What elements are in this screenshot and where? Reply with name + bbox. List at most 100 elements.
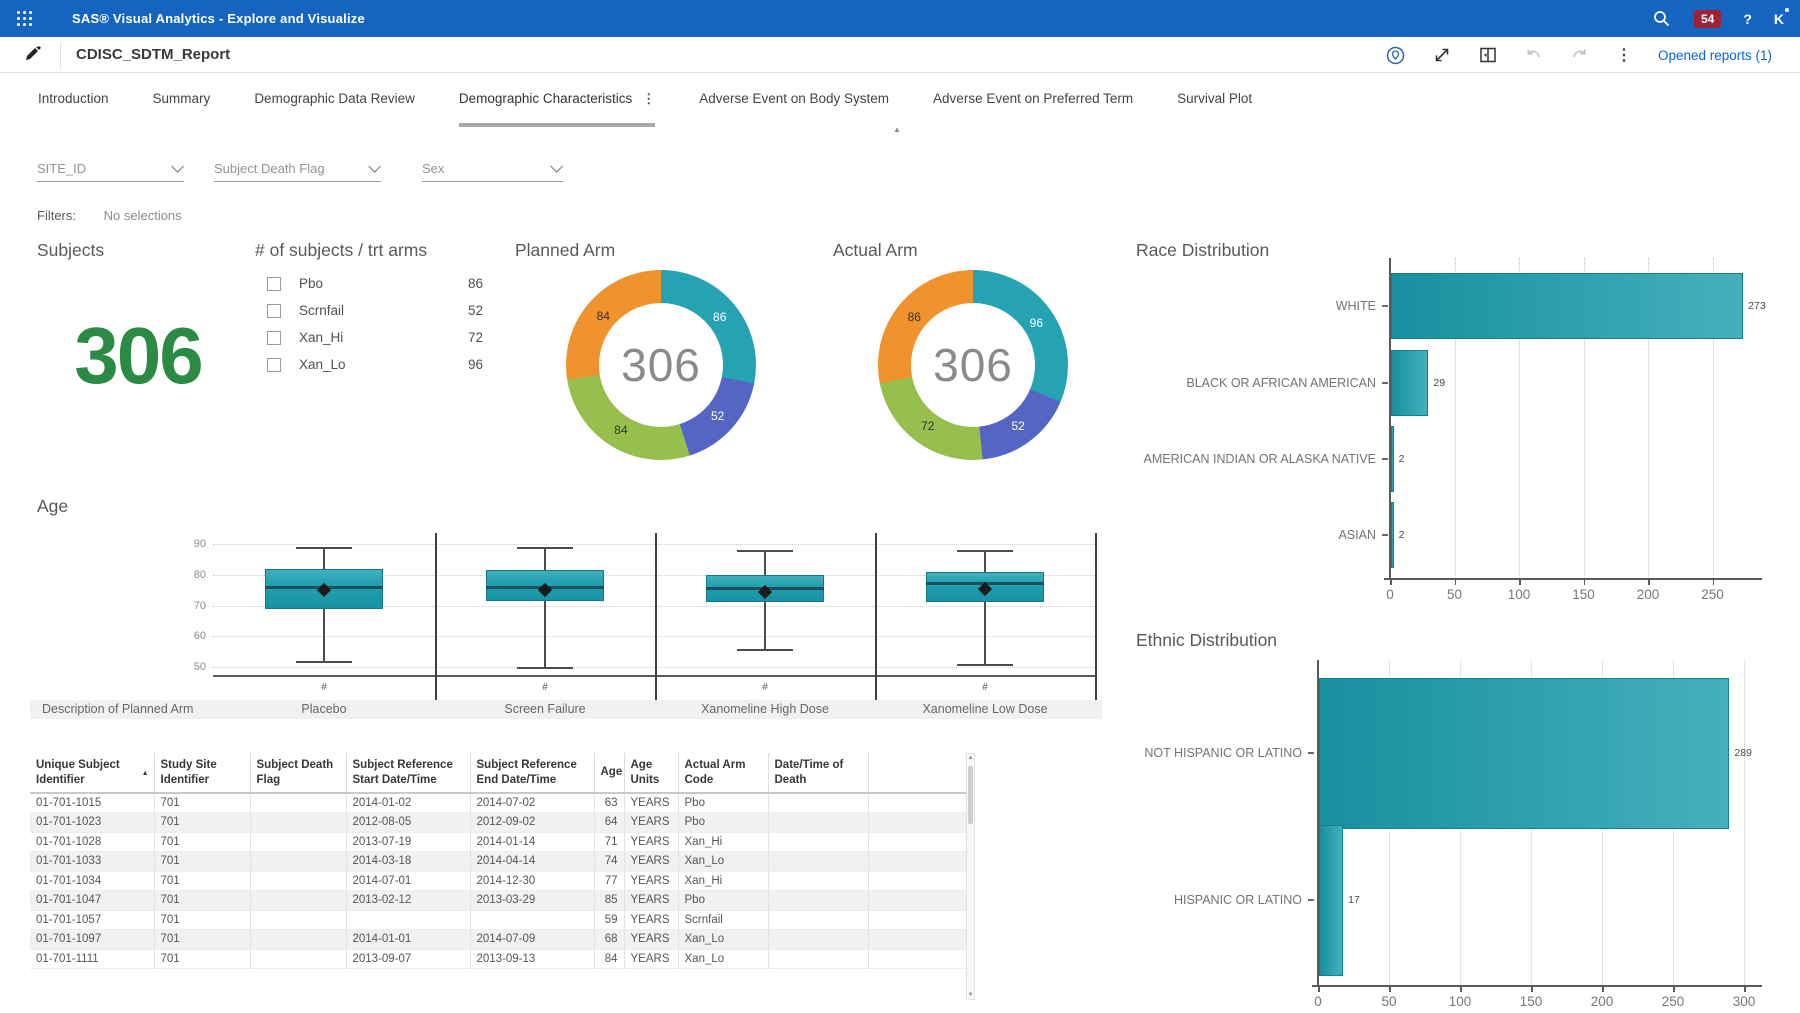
panel-toggle-icon[interactable] xyxy=(1478,45,1498,65)
table-cell: Pbo xyxy=(678,891,768,911)
table-row[interactable]: 01-701-10337012014-03-182014-04-1474YEAR… xyxy=(30,852,966,872)
edit-pencil-icon[interactable] xyxy=(22,44,44,66)
column-header-age[interactable]: Age xyxy=(594,753,624,793)
collapse-prompts-icon[interactable]: ▲ xyxy=(893,125,901,134)
column-header-label: Actual Arm Code xyxy=(685,759,746,786)
notification-badge[interactable]: 54 xyxy=(1694,10,1721,28)
tab-demographic-data-review[interactable]: Demographic Data Review xyxy=(254,74,415,127)
table-row[interactable]: 01-701-105770159YEARSScrnfail xyxy=(30,910,966,930)
table-row[interactable]: 01-701-10477012013-02-122013-03-2985YEAR… xyxy=(30,891,966,911)
bar-not-hispanic-or-latino[interactable] xyxy=(1319,678,1729,829)
scrollbar-thumb[interactable] xyxy=(968,766,973,824)
user-avatar[interactable]: K xyxy=(1774,11,1784,27)
toolbar-menu-icon[interactable]: ⋮ xyxy=(1616,45,1632,65)
trt-arm-row-xan_hi[interactable]: Xan_Hi72 xyxy=(255,324,483,351)
table-row[interactable]: 01-701-10977012014-01-012014-07-0968YEAR… xyxy=(30,930,966,950)
filter-dropdown-site-id[interactable]: SITE_ID xyxy=(37,155,184,182)
table-cell: 64 xyxy=(594,813,624,833)
category-label[interactable]: Xanomeline High Dose xyxy=(701,702,829,716)
gridline xyxy=(1744,660,1745,985)
bar-american-indian-or-alaska-native[interactable] xyxy=(1391,426,1394,492)
bar-black-or-african-american[interactable] xyxy=(1391,350,1428,416)
table-cell: 701 xyxy=(154,813,250,833)
table-row[interactable]: 01-701-10157012014-01-022014-07-0263YEAR… xyxy=(30,793,966,813)
tab-menu-icon[interactable]: ⋮ xyxy=(642,91,655,107)
column-header-label: Age xyxy=(601,766,623,778)
checkbox[interactable] xyxy=(267,304,281,318)
checkbox[interactable] xyxy=(267,358,281,372)
table-row[interactable]: 01-701-10287012013-07-192014-01-1471YEAR… xyxy=(30,832,966,852)
tab-introduction[interactable]: Introduction xyxy=(38,74,109,127)
redo-icon[interactable] xyxy=(1570,45,1590,65)
whisker-line xyxy=(544,547,546,570)
scroll-up-icon[interactable]: ▲ xyxy=(967,755,974,761)
panel-separator xyxy=(435,533,437,718)
table-row[interactable]: 01-701-10237012012-08-052012-09-0264YEAR… xyxy=(30,813,966,833)
table-row[interactable]: 01-701-10347012014-07-012014-12-3077YEAR… xyxy=(30,871,966,891)
column-header-actual-arm-code[interactable]: Actual Arm Code xyxy=(678,753,768,793)
filter-dropdown-sex[interactable]: Sex xyxy=(422,155,563,182)
tab-survival-plot[interactable]: Survival Plot xyxy=(1177,74,1252,127)
help-icon[interactable]: ? xyxy=(1743,11,1752,27)
whisker-cap-top xyxy=(737,550,793,552)
value-label: 2 xyxy=(1399,453,1405,465)
table-cell: 2012-09-02 xyxy=(470,813,594,833)
column-header-study-site-identifier[interactable]: Study Site Identifier xyxy=(154,753,250,793)
tab-summary[interactable]: Summary xyxy=(153,74,211,127)
ethnic-distribution-title: Ethnic Distribution xyxy=(1136,630,1277,651)
table-cell xyxy=(868,793,966,813)
filter-dropdown-death-flag[interactable]: Subject Death Flag xyxy=(214,155,381,182)
table-cell: 2013-02-12 xyxy=(346,891,470,911)
gridline xyxy=(213,667,1095,668)
tab-demographic-characteristics[interactable]: Demographic Characteristics⋮ xyxy=(459,74,655,127)
table-cell: 01-701-1033 xyxy=(30,852,154,872)
tab-adverse-event-on-preferred-term[interactable]: Adverse Event on Preferred Term xyxy=(933,74,1133,127)
category-label[interactable]: Placebo xyxy=(301,702,346,716)
trt-arm-row-pbo[interactable]: Pbo86 xyxy=(255,270,483,297)
checkbox[interactable] xyxy=(267,277,281,291)
table-cell xyxy=(250,832,346,852)
column-header-unique-subject-identifier[interactable]: Unique Subject Identifier▲ xyxy=(30,753,154,793)
scroll-down-icon[interactable]: ▼ xyxy=(967,992,974,998)
table-cell: 2013-03-29 xyxy=(470,891,594,911)
column-header-date-time-of-death[interactable]: Date/Time of Death xyxy=(768,753,868,793)
table-row[interactable]: 01-701-11117012013-09-072013-09-1384YEAR… xyxy=(30,949,966,969)
trt-arm-count: 52 xyxy=(468,303,483,318)
trt-arm-row-scrnfail[interactable]: Scrnfail52 xyxy=(255,297,483,324)
whisker-cap-top xyxy=(296,547,352,549)
bar-hispanic-or-latino[interactable] xyxy=(1319,825,1343,976)
bar-asian[interactable] xyxy=(1391,502,1394,568)
app-grid-icon[interactable] xyxy=(17,11,32,26)
table-cell: 01-701-1023 xyxy=(30,813,154,833)
x-tick-label: 250 xyxy=(1662,994,1685,1009)
planned-arm-donut[interactable]: 30686528484 xyxy=(566,270,756,460)
x-tick-label: 150 xyxy=(1520,994,1543,1009)
checkbox[interactable] xyxy=(267,331,281,345)
column-header-age-units[interactable]: Age Units xyxy=(624,753,678,793)
undo-icon[interactable] xyxy=(1524,45,1544,65)
tab-adverse-event-on-body-system[interactable]: Adverse Event on Body System xyxy=(699,74,889,127)
report-info-pin-icon[interactable] xyxy=(1386,45,1406,65)
table-cell: YEARS xyxy=(624,891,678,911)
opened-reports-link[interactable]: Opened reports (1) xyxy=(1658,48,1772,63)
category-label[interactable]: Screen Failure xyxy=(504,702,585,716)
gridline xyxy=(213,544,1095,545)
maximize-icon[interactable] xyxy=(1432,45,1452,65)
whisker-cap-bottom xyxy=(517,667,573,669)
column-header-subject-reference-end-date-time[interactable]: Subject Reference End Date/Time xyxy=(470,753,594,793)
x-tick-label: 200 xyxy=(1637,587,1660,602)
bar-white[interactable] xyxy=(1391,273,1743,339)
column-header-blank[interactable] xyxy=(868,753,966,793)
column-header-subject-reference-start-date-time[interactable]: Subject Reference Start Date/Time xyxy=(346,753,470,793)
value-label: 2 xyxy=(1399,529,1405,541)
table-scrollbar[interactable]: ▲ ▼ xyxy=(966,753,975,1000)
category-label[interactable]: Xanomeline Low Dose xyxy=(922,702,1047,716)
axis-hash: # xyxy=(542,682,548,693)
whisker-line xyxy=(984,602,986,664)
trt-arm-row-xan_lo[interactable]: Xan_Lo96 xyxy=(255,351,483,378)
table-cell: Xan_Hi xyxy=(678,832,768,852)
table-cell: 701 xyxy=(154,871,250,891)
column-header-subject-death-flag[interactable]: Subject Death Flag xyxy=(250,753,346,793)
tab-label: Introduction xyxy=(38,91,109,106)
search-icon[interactable] xyxy=(1652,9,1672,29)
